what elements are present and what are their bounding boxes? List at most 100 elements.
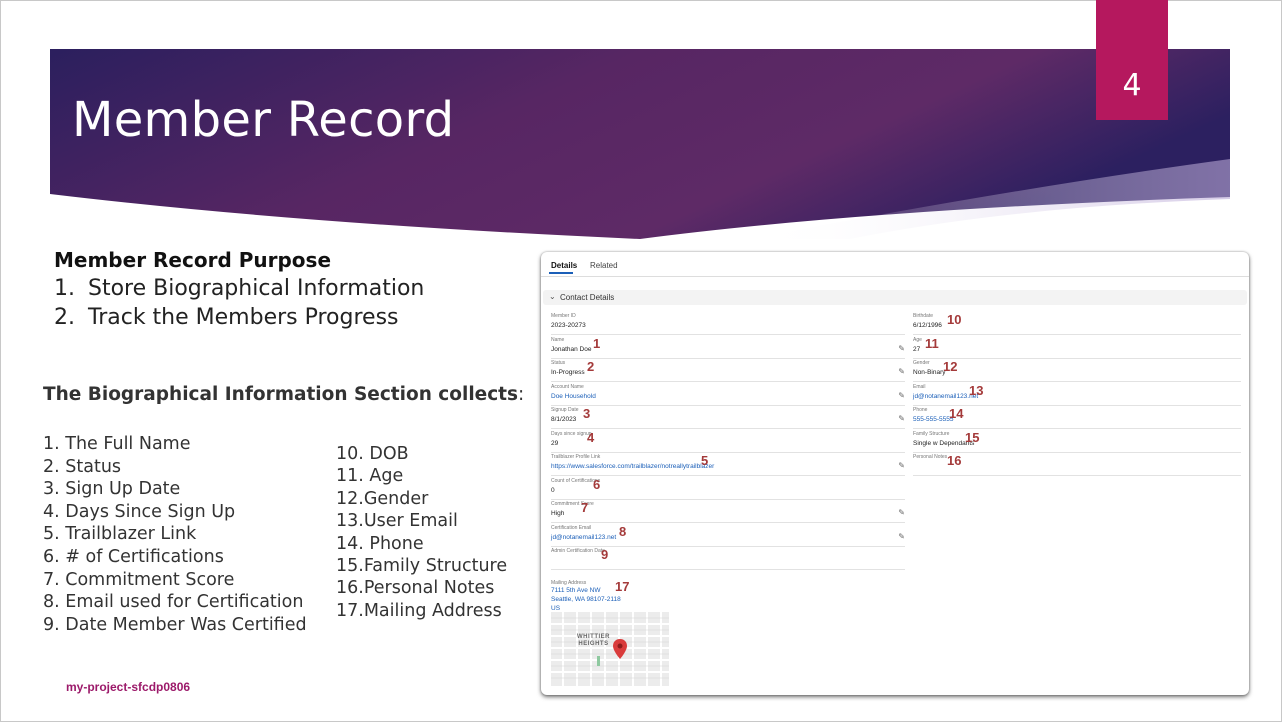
pencil-icon[interactable]: ✎	[898, 391, 905, 400]
callout-badge: 16	[947, 453, 962, 468]
field-label: Status	[551, 360, 566, 366]
slide-title: Member Record	[72, 92, 455, 148]
callout-badge: 1	[593, 335, 601, 351]
page-number: 4	[1122, 68, 1142, 103]
pencil-icon[interactable]: ✎	[898, 508, 905, 517]
callout-badge: 17	[615, 579, 630, 594]
callout-badge: 14	[949, 406, 964, 421]
callout-badge: 13	[969, 382, 984, 398]
callout-badge: 3	[583, 406, 591, 421]
contact-details-section-header[interactable]: ⌄ Contact Details	[543, 290, 1247, 305]
section-title: Contact Details	[560, 293, 615, 302]
field-value: 6/12/1996	[913, 322, 942, 329]
field-label: Birthdate	[913, 313, 934, 319]
bio-item: 11. Age	[336, 466, 404, 487]
record-field: Member ID 2023-20273	[551, 310, 905, 335]
field-label: Certification Email	[551, 524, 592, 531]
callout-badge: 7	[581, 500, 589, 515]
page-number-tab: 4	[1096, 0, 1168, 120]
callout-badge: 8	[619, 523, 627, 539]
callout-badge: 9	[601, 547, 609, 562]
field-value[interactable]: https://www.salesforce.com/trailblazer/n…	[551, 463, 714, 470]
chevron-down-icon: ⌄	[549, 292, 556, 301]
bio-item: 15.Family Structure	[336, 555, 508, 576]
record-field: Family Structure Single w Dependants	[913, 428, 1241, 453]
bio-item: 5. Trailblazer Link	[43, 524, 197, 545]
bio-item: 12.Gender	[336, 488, 429, 509]
bio-heading: The Biographical Information Section col…	[43, 384, 525, 405]
address-map[interactable]: WHITTIER HEIGHTS	[551, 612, 669, 686]
record-tabs: Details Related	[541, 252, 1249, 277]
pencil-icon[interactable]: ✎	[898, 414, 905, 423]
callout-badge: 4	[587, 429, 595, 445]
field-value: High	[551, 510, 565, 517]
record-field: Trailblazer Profile Link https://www.sale…	[551, 451, 905, 476]
callout-badge: 10	[947, 312, 962, 327]
pencil-icon[interactable]: ✎	[898, 367, 905, 376]
field-label: Personal Notes	[913, 454, 948, 460]
record-screenshot: Details Related ⌄ Contact Details Mailin…	[541, 252, 1249, 695]
field-label: Email	[913, 383, 926, 390]
pencil-icon[interactable]: ✎	[898, 461, 905, 470]
field-label: Member ID	[551, 313, 576, 319]
callout-badge: 2	[587, 359, 595, 374]
record-field: Count of Certifications 0	[551, 475, 905, 500]
record-field: Account Name Doe Household ✎	[551, 381, 905, 406]
bio-list-left: 1. The Full Name 2. Status 3. Sign Up Da…	[43, 433, 307, 636]
pencil-icon[interactable]: ✎	[898, 344, 905, 353]
record-field: Personal Notes	[913, 451, 1241, 476]
field-value[interactable]: Doe Household	[551, 393, 596, 400]
record-field: Status In-Progress ✎	[551, 357, 905, 382]
callout-badge: 5	[701, 453, 709, 468]
callout-badge: 6	[593, 476, 601, 492]
bio-item: 16.Personal Notes	[336, 578, 495, 599]
bio-item: 8. Email used for Certification	[43, 592, 304, 613]
field-value: Jonathan Doe	[551, 345, 592, 353]
purpose-heading: Member Record Purpose	[54, 248, 332, 272]
record-field: Days since signup 29	[551, 428, 905, 453]
mailing-address-field: Mailing Address 7111 5th Ave NW Seattle,…	[551, 580, 621, 613]
field-value[interactable]: jd@notanemail123.net	[551, 534, 616, 541]
purpose-item: 1. Store Biographical Information	[54, 276, 425, 301]
record-field: Email jd@notanemail123.net	[913, 381, 1241, 406]
callout-badge: 12	[943, 359, 958, 374]
record-field: Signup Date 8/1/2023 ✎	[551, 404, 905, 429]
bio-item: 2. Status	[43, 456, 122, 477]
record-field: Certification Email jd@notanemail123.net ✎	[551, 522, 905, 547]
field-value: 27	[913, 345, 921, 353]
record-field: Gender Non-Binary	[913, 357, 1241, 382]
tab-related[interactable]: Related	[590, 261, 618, 270]
field-label: Age	[913, 336, 922, 343]
bio-item: 3. Sign Up Date	[43, 479, 181, 500]
map-neighborhood-label: WHITTIER HEIGHTS	[577, 634, 610, 647]
record-field: Birthdate 6/12/1996	[913, 310, 1241, 335]
field-label: Days since signup	[551, 430, 592, 437]
field-value: Non-Binary	[913, 369, 946, 376]
field-label: Family Structure	[913, 430, 950, 437]
address-line[interactable]: Seattle, WA 98107-2118	[551, 595, 621, 604]
field-label: Trailblazer Profile Link	[551, 454, 601, 460]
footer-project-name: my-project-sfcdp0806	[66, 680, 191, 694]
pencil-icon[interactable]: ✎	[898, 532, 905, 541]
field-value[interactable]: 555-555-5555	[913, 416, 953, 423]
bio-item: 4. Days Since Sign Up	[43, 501, 236, 522]
bio-item: 14. Phone	[336, 533, 424, 554]
field-value: 2023-20273	[551, 322, 586, 329]
bio-item: 13.User Email	[336, 511, 458, 532]
bio-item: 10. DOB	[336, 444, 409, 464]
field-label: Signup Date	[551, 407, 579, 413]
field-label: Name	[551, 336, 565, 343]
address-line[interactable]: 7111 5th Ave NW	[551, 586, 621, 595]
field-value: In-Progress	[551, 369, 585, 376]
field-label: Account Name	[551, 383, 584, 390]
active-tab-indicator	[549, 272, 573, 274]
bio-item: 1. The Full Name	[43, 434, 191, 454]
callout-badge: 15	[965, 429, 980, 445]
bio-item: 6. # of Certifications	[43, 546, 224, 567]
purpose-list: 1. Store Biographical Information 2. Track…	[54, 274, 424, 332]
record-field: Name Jonathan Doe ✎	[551, 334, 905, 359]
tab-details[interactable]: Details	[551, 261, 577, 270]
field-value: 0	[551, 486, 555, 494]
record-field: Commitment Score High ✎	[551, 498, 905, 523]
record-field: Age 27	[913, 334, 1241, 359]
